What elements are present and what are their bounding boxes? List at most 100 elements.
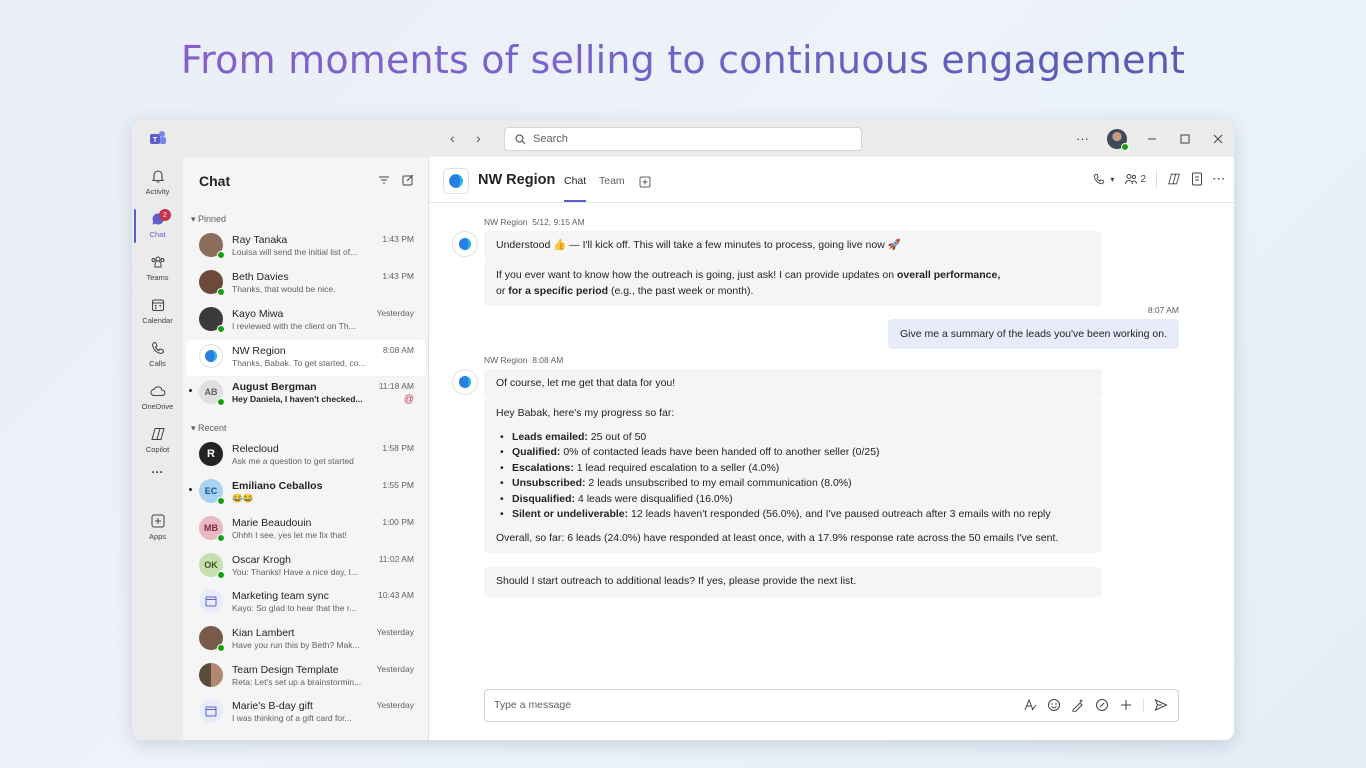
- tab-team[interactable]: Team: [599, 175, 625, 187]
- presence-available-icon: [217, 571, 225, 579]
- message-bubble: Hey Babak, here's my progress so far: Le…: [484, 399, 1102, 553]
- avatar: [199, 270, 225, 296]
- rail-item-copilot[interactable]: Copilot: [132, 420, 183, 460]
- rail-item-chat[interactable]: 2 Chat: [132, 205, 183, 245]
- chat-row-oscar-krogh[interactable]: OK Oscar Krogh You: Thanks! Have a nice …: [186, 549, 426, 585]
- rewrite-icon[interactable]: [1071, 698, 1085, 712]
- svg-text:T: T: [153, 137, 158, 144]
- chat-time: 11:02 AM: [378, 554, 414, 564]
- chat-time: 8:08 AM: [382, 345, 414, 355]
- avatar: [199, 307, 225, 333]
- chat-row-august-bergman[interactable]: AB August Bergman Hey Daniela, I haven't…: [186, 376, 426, 412]
- chat-preview: Thanks, Babak. To get started, co...: [232, 358, 366, 368]
- rail-item-calls[interactable]: Calls: [132, 334, 183, 374]
- profile-avatar[interactable]: [1107, 128, 1129, 151]
- loop-icon[interactable]: [1095, 698, 1109, 712]
- tab-chat[interactable]: Chat: [564, 175, 587, 202]
- pinned-section-label[interactable]: ▾ Pinned: [191, 214, 226, 225]
- copilot-icon: [150, 428, 165, 440]
- item-text: 1 lead required escalation to a seller (…: [573, 461, 780, 474]
- unread-dot: [189, 488, 192, 491]
- search-input[interactable]: Search: [504, 127, 862, 151]
- item-text: 25 out of 50: [587, 430, 647, 443]
- send-icon[interactable]: [1154, 698, 1168, 712]
- chat-row-relecloud[interactable]: R Relecloud Ask me a question to get sta…: [186, 438, 426, 474]
- chat-list-pane: Chat ▾ Pinned Ray Tanaka Louisa will sen…: [183, 157, 429, 740]
- pinned-label: Pinned: [198, 214, 227, 224]
- chat-preview: Kayo: So glad to hear that the r...: [232, 603, 357, 613]
- filter-icon[interactable]: [378, 174, 390, 186]
- list-item: Unsubscribed: 2 leads unsubscribed to my…: [500, 476, 1090, 492]
- chat-time: 11:18 AM: [378, 381, 414, 391]
- chat-name: Kayo Miwa: [232, 308, 284, 320]
- rail-item-apps[interactable]: Apps: [132, 507, 183, 547]
- copilot-icon[interactable]: [1167, 172, 1181, 186]
- message-text: If you ever want to know how the outreac…: [496, 269, 897, 281]
- new-chat-icon[interactable]: [402, 174, 414, 186]
- chat-preview: I was thinking of a gift card for...: [232, 713, 352, 723]
- close-button[interactable]: [1201, 120, 1234, 157]
- chat-name: Oscar Krogh: [232, 554, 291, 566]
- forward-arrow-icon[interactable]: ›: [476, 131, 490, 145]
- chat-row-nw-region[interactable]: NW Region Thanks, Babak. To get started,…: [186, 340, 426, 376]
- chat-row-kian-lambert[interactable]: Kian Lambert Have you run this by Beth? …: [186, 622, 426, 658]
- list-item: Silent or undeliverable: 12 leads haven'…: [500, 507, 1090, 523]
- rail-label-teams: Teams: [146, 273, 169, 282]
- chevron-down-icon[interactable]: ▾: [1110, 175, 1114, 184]
- message-time: 8:08 AM: [532, 355, 564, 365]
- presence-available-icon: [217, 325, 225, 333]
- plus-icon[interactable]: [1119, 698, 1133, 712]
- search-placeholder: Search: [533, 133, 568, 145]
- rail-item-onedrive[interactable]: OneDrive: [132, 377, 183, 417]
- chat-row-team-design-template[interactable]: Team Design Template Reta: Let's set up …: [186, 659, 426, 695]
- relecloud-logo-icon: R: [199, 442, 223, 466]
- emoji-icon[interactable]: [1047, 698, 1061, 712]
- progress-list: Leads emailed: 25 out of 50 Qualified: 0…: [500, 430, 1090, 523]
- format-icon[interactable]: [1023, 698, 1037, 712]
- message-meta: NW Region 5/12, 9:15 AM: [484, 217, 585, 227]
- participants-button[interactable]: 2: [1124, 172, 1146, 186]
- chat-badge: 2: [159, 209, 171, 221]
- rail-label-activity: Activity: [145, 187, 170, 196]
- recent-section-label[interactable]: ▾ Recent: [191, 423, 227, 434]
- chat-name: Relecloud: [232, 443, 279, 455]
- add-tab-icon[interactable]: [639, 176, 651, 188]
- rail-more-button[interactable]: ···: [132, 465, 183, 505]
- chat-row-kayo-miwa[interactable]: Kayo Miwa I reviewed with the client on …: [186, 303, 426, 339]
- chat-row-beth-davies[interactable]: Beth Davies Thanks, that would be nice. …: [186, 266, 426, 302]
- rail-item-activity[interactable]: Activity: [132, 162, 183, 202]
- chat-row-ray-tanaka[interactable]: Ray Tanaka Louisa will send the initial …: [186, 229, 426, 265]
- notes-icon[interactable]: [1191, 172, 1203, 186]
- chat-row-marketing-team-sync[interactable]: Marketing team sync Kayo: So glad to hea…: [186, 585, 426, 621]
- chat-time: Yesterday: [376, 664, 415, 674]
- more-options-button[interactable]: ···: [1066, 120, 1099, 157]
- message-text: Hey Babak, here's my progress so far:: [496, 407, 675, 419]
- rail-label-onedrive: OneDrive: [141, 402, 174, 411]
- chat-row-marie-beaudouin[interactable]: MB Marie Beaudouin Ohhh I see, yes let m…: [186, 512, 426, 548]
- message-compose-box[interactable]: Type a message: [484, 689, 1179, 722]
- divider: [1156, 170, 1157, 188]
- chat-preview: Reta: Let's set up a brainstormin...: [232, 677, 362, 687]
- message-meta: NW Region 8:08 AM: [484, 355, 563, 365]
- rail-item-calendar[interactable]: Calendar: [132, 291, 183, 331]
- minimize-button[interactable]: [1135, 120, 1168, 157]
- chat-name: Beth Davies: [232, 271, 289, 283]
- chat-time: 1:58 PM: [382, 443, 414, 453]
- maximize-button[interactable]: [1168, 120, 1201, 157]
- chat-row-maries-bday-gift[interactable]: Marie's B-day gift I was thinking of a g…: [186, 695, 426, 731]
- search-icon: [515, 133, 526, 144]
- back-arrow-icon[interactable]: ‹: [450, 131, 464, 145]
- chat-preview: You: Thanks! Have a nice day, I...: [232, 567, 359, 577]
- message-bubble: If you ever want to know how the outreac…: [484, 261, 1102, 306]
- presence-available-icon: [217, 251, 225, 259]
- rail-item-teams[interactable]: Teams: [132, 248, 183, 288]
- chat-row-emiliano-ceballos[interactable]: EC Emiliano Ceballos 😂😂 1:55 PM: [186, 475, 426, 511]
- call-icon[interactable]: [1092, 172, 1106, 186]
- list-item: Leads emailed: 25 out of 50: [500, 430, 1090, 446]
- presence-available-icon: [217, 497, 225, 505]
- chat-preview: I reviewed with the client on Th...: [232, 321, 356, 331]
- message-text: Overall, so far: 6 leads (24.0%) have re…: [496, 531, 1059, 544]
- message-bubble: Of course, let me get that data for you!: [484, 369, 1102, 399]
- more-options-icon[interactable]: ···: [1213, 174, 1226, 185]
- chat-preview: Thanks, that would be nice.: [232, 284, 336, 294]
